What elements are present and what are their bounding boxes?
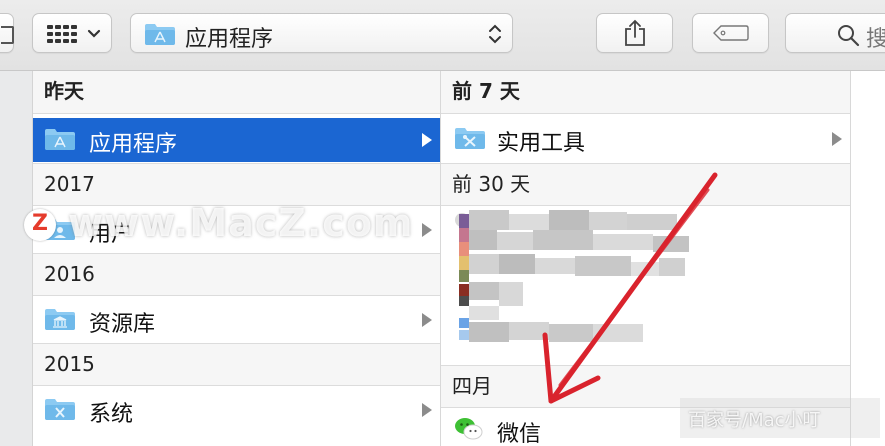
search-placeholder: 搜 bbox=[866, 27, 885, 52]
watermark-macz: Z www.MacZ.com bbox=[18, 201, 413, 247]
tag-icon bbox=[713, 25, 749, 41]
column-root: 昨天 应用程序 2017 用户 2016 资源库 2015 系统 bbox=[33, 71, 441, 446]
disclosure-arrow-icon bbox=[422, 133, 432, 147]
wechat-icon bbox=[455, 418, 483, 440]
list-item-label: 资源库 bbox=[89, 312, 156, 337]
disclosure-arrow-icon bbox=[832, 132, 842, 146]
search-field[interactable]: 搜 bbox=[785, 13, 885, 53]
sidebar-toggle-button[interactable] bbox=[0, 13, 14, 53]
column-applications: 前 7 天 实用工具 前 30 天 四月 微信 bbox=[441, 71, 851, 446]
watermark-baijiahao: 百家号/Mac小叮 bbox=[680, 398, 880, 438]
list-item-label: 微信 bbox=[497, 422, 542, 446]
list-item-system[interactable]: 系统 bbox=[33, 388, 440, 432]
previous-column[interactable] bbox=[0, 71, 33, 446]
share-button[interactable] bbox=[596, 13, 673, 53]
grid-view-icon bbox=[47, 25, 77, 43]
sidebar-icon bbox=[1, 26, 14, 44]
macz-logo-icon: Z bbox=[24, 209, 56, 241]
system-folder-icon bbox=[45, 399, 75, 420]
list-item-library[interactable]: 资源库 bbox=[33, 298, 440, 342]
list-item-applications[interactable]: 应用程序 bbox=[33, 118, 440, 162]
disclosure-arrow-icon bbox=[422, 403, 432, 417]
list-item-label: 系统 bbox=[89, 402, 134, 427]
group-header-previous-7-days: 前 7 天 bbox=[441, 71, 850, 114]
group-header-2016: 2016 bbox=[33, 253, 440, 296]
applications-folder-icon bbox=[45, 129, 75, 150]
chevron-down-icon bbox=[87, 29, 101, 38]
group-header-2015: 2015 bbox=[33, 343, 440, 386]
search-icon bbox=[838, 25, 860, 47]
library-folder-icon bbox=[45, 309, 75, 330]
column-next bbox=[851, 71, 885, 446]
group-header-2017: 2017 bbox=[33, 163, 440, 206]
list-item-label: 实用工具 bbox=[497, 131, 586, 156]
list-item-label: 应用程序 bbox=[89, 132, 178, 157]
path-label: 应用程序 bbox=[185, 27, 274, 52]
group-header-previous-30-days: 前 30 天 bbox=[441, 163, 850, 206]
disclosure-arrow-icon bbox=[422, 313, 432, 327]
blurred-app-list bbox=[455, 208, 705, 348]
view-options-button[interactable] bbox=[32, 13, 112, 53]
disclosure-arrow-icon bbox=[422, 223, 432, 237]
group-header-yesterday: 昨天 bbox=[33, 71, 440, 114]
path-popup-button[interactable]: 应用程序 bbox=[130, 13, 513, 53]
utilities-folder-icon bbox=[455, 128, 485, 149]
tag-button[interactable] bbox=[692, 13, 769, 53]
updown-chevron-icon bbox=[489, 24, 501, 44]
column-browser: 昨天 应用程序 2017 用户 2016 资源库 2015 系统 前 7 天 实… bbox=[0, 71, 885, 446]
applications-folder-icon bbox=[145, 24, 175, 45]
share-icon bbox=[625, 19, 645, 46]
toolbar: 应用程序 搜 bbox=[0, 0, 885, 71]
list-item-utilities[interactable]: 实用工具 bbox=[441, 117, 850, 161]
